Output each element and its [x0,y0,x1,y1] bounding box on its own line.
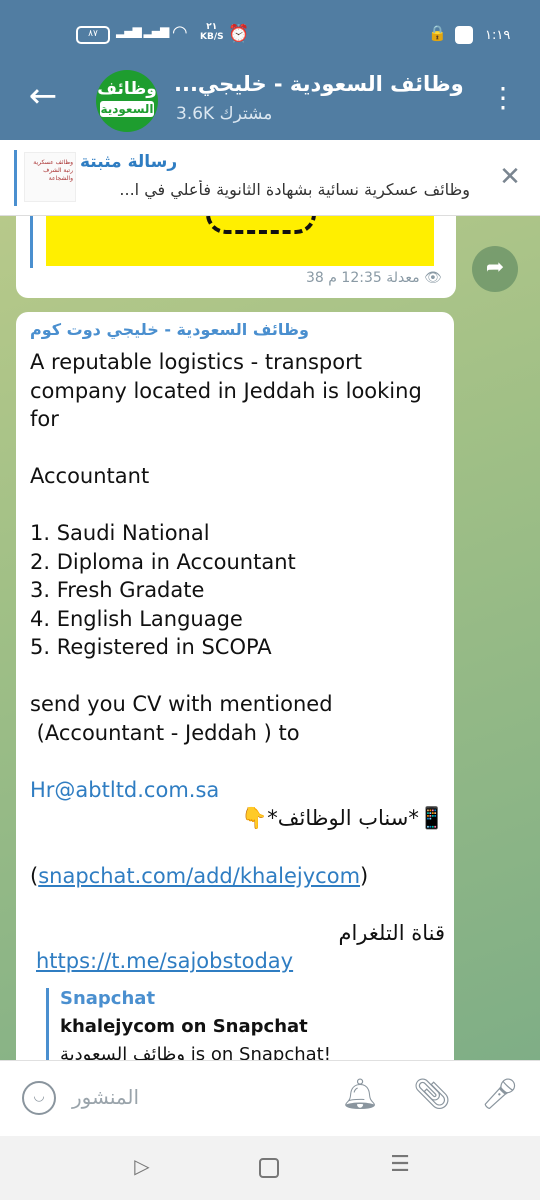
quote-bar [30,216,33,268]
wifi-icon: ◠ [172,22,188,43]
chat-area[interactable]: معدلة 12:35 م 38 👁 ➦ وظائف السعودية - خل… [0,216,540,1060]
clock: ١:١٩ [485,28,511,43]
system-nav-bar: ▷ ☰ [0,1136,540,1200]
list-item: 2. Diploma in Accountant [30,550,296,574]
pinned-text: وظائف عسكرية نسائية بشهادة الثانوية فأعل… [119,180,470,199]
message-line: (snapchat.com/add/khalejycom) [30,862,445,891]
channel-title[interactable]: وظائف السعودية - خليجي... [174,72,464,96]
avatar-text-1: وظائف [97,79,157,99]
status-bar: ٨٧ ▂▄▆ ▂▄▆ ◠ ٢١ KB/S ⏰ 🔒 ١:١٩ [0,0,540,58]
lock-icon: 🔒 [428,24,447,42]
microphone-icon: 🎤︎ [480,1077,520,1112]
close-icon: ✕ [499,162,521,192]
message-input[interactable]: المنشور [72,1085,139,1109]
message-bubble[interactable]: وظائف السعودية - خليجي دوت كوم A reputab… [16,312,454,1060]
snapchat-link[interactable]: snapchat.com/add/khalejycom [38,864,360,888]
nav-back-button[interactable]: ▷ [128,1154,156,1182]
list-item: 3. Fresh Gradate [30,578,205,602]
message-meta-text: معدلة 12:35 م 38 [306,270,420,286]
paren-open: ( [30,864,39,888]
composer-bar: ◡ المنشور 🔔︎ 📎︎ 🎤︎ [0,1060,540,1136]
share-icon: ➦ [485,255,505,280]
list-item: 5. Registered in SCOPA [30,635,272,659]
share-button[interactable]: ➦ [472,246,518,292]
alarm-icon: ⏰ [228,24,250,44]
message-meta: معدلة 12:35 م 38 👁 [306,270,442,286]
preview-title: khalejycom on Snapchat [60,1016,308,1037]
signal-icon: ▂▄▆ ▂▄▆ [116,24,169,38]
network-speed: ٢١ KB/S [200,22,224,42]
emoji-button[interactable]: ◡ [22,1081,56,1115]
message-text: (Accountant - Jeddah ) to [30,721,300,745]
avatar-text-2: السعودية [100,101,154,117]
list-item: 1. Saudi National [30,521,210,545]
channel-avatar[interactable]: وظائف السعودية [96,70,158,132]
message-text: قناة التلغرام [338,921,445,945]
message-text: send you CV with mentioned [30,692,333,716]
nav-home-button[interactable] [259,1158,279,1178]
voice-button[interactable]: 🎤︎ [480,1077,520,1119]
mute-button[interactable]: 🔔︎ [340,1077,380,1119]
preview-site: Snapchat [60,988,156,1009]
chat-header: ← وظائف السعودية وظائف السعودية - خليجي.… [0,58,540,140]
preview-description: وظائف السعودية is on Snapchat! [60,1044,331,1060]
arrow-left-icon: ← [28,76,58,116]
snapchat-ghost-icon [206,216,316,234]
bell-icon: 🔔︎ [340,1077,380,1112]
message-bubble[interactable]: معدلة 12:35 م 38 👁 [16,216,456,298]
email-link[interactable]: Hr@abtltd.com.sa [30,776,445,805]
pinned-message-bar[interactable]: وظائف عسكرية رتبة الشرف والشجاعة رسالة م… [0,140,540,216]
subscriber-count: 3.6K مشترك [176,104,273,124]
back-button[interactable]: ← [22,76,64,118]
settings-icon [455,26,473,44]
snapcode-image[interactable] [46,216,434,266]
close-pinned-button[interactable]: ✕ [494,160,526,196]
message-sender[interactable]: وظائف السعودية - خليجي دوت كوم [30,320,330,339]
list-item: 4. English Language [30,607,243,631]
link-preview[interactable]: Snapchat khalejycom on Snapchat وظائف ال… [46,988,446,1060]
pinned-title: رسالة مثبتة [80,152,178,172]
message-text: A reputable logistics - transport compan… [30,350,422,431]
telegram-link[interactable]: https://t.me/sajobstoday [36,947,451,976]
message-text: 📱*سناب الوظائف*👇 [241,806,445,830]
message-text: Accountant [30,464,150,488]
emoji-icon: ◡ [33,1089,45,1104]
dots-vertical-icon: ⋮ [489,81,517,114]
attach-button[interactable]: 📎︎ [412,1077,452,1119]
preview-accent-bar [46,988,49,1060]
menu-button[interactable]: ⋮ [488,80,518,120]
eye-icon: 👁 [424,270,442,286]
pinned-accent-bar [14,150,17,206]
battery-icon: ٨٧ [76,26,110,44]
nav-recents-button[interactable]: ☰ [388,1152,412,1180]
pinned-thumbnail: وظائف عسكرية رتبة الشرف والشجاعة [24,152,76,202]
paren-close: ) [360,864,369,888]
paperclip-icon: 📎︎ [412,1077,452,1112]
